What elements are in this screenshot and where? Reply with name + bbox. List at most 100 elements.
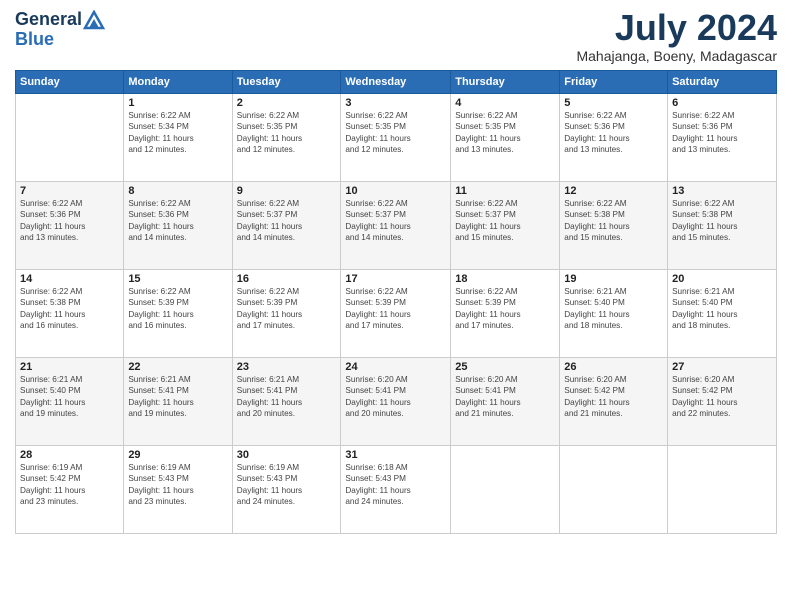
day-info: Sunrise: 6:22 AM Sunset: 5:35 PM Dayligh…: [345, 110, 446, 156]
day-number: 17: [345, 273, 446, 285]
calendar-cell: 28Sunrise: 6:19 AM Sunset: 5:42 PM Dayli…: [16, 446, 124, 534]
weekday-header: Friday: [560, 71, 668, 94]
calendar-cell: 7Sunrise: 6:22 AM Sunset: 5:36 PM Daylig…: [16, 182, 124, 270]
day-number: 31: [345, 449, 446, 461]
day-number: 6: [672, 97, 772, 109]
day-info: Sunrise: 6:20 AM Sunset: 5:41 PM Dayligh…: [345, 374, 446, 420]
calendar-cell: 27Sunrise: 6:20 AM Sunset: 5:42 PM Dayli…: [668, 358, 777, 446]
weekday-header: Thursday: [451, 71, 560, 94]
day-number: 22: [128, 361, 227, 373]
day-number: 13: [672, 185, 772, 197]
calendar-cell: 10Sunrise: 6:22 AM Sunset: 5:37 PM Dayli…: [341, 182, 451, 270]
calendar-cell: 25Sunrise: 6:20 AM Sunset: 5:41 PM Dayli…: [451, 358, 560, 446]
day-number: 28: [20, 449, 119, 461]
day-number: 9: [237, 185, 337, 197]
day-info: Sunrise: 6:22 AM Sunset: 5:38 PM Dayligh…: [564, 198, 663, 244]
day-number: 5: [564, 97, 663, 109]
day-number: 20: [672, 273, 772, 285]
calendar-cell: 16Sunrise: 6:22 AM Sunset: 5:39 PM Dayli…: [232, 270, 341, 358]
logo-icon: [83, 10, 105, 30]
day-number: 12: [564, 185, 663, 197]
day-info: Sunrise: 6:19 AM Sunset: 5:42 PM Dayligh…: [20, 462, 119, 508]
calendar-cell: [560, 446, 668, 534]
day-info: Sunrise: 6:20 AM Sunset: 5:41 PM Dayligh…: [455, 374, 555, 420]
day-number: 14: [20, 273, 119, 285]
day-info: Sunrise: 6:21 AM Sunset: 5:41 PM Dayligh…: [237, 374, 337, 420]
calendar-cell: 8Sunrise: 6:22 AM Sunset: 5:36 PM Daylig…: [124, 182, 232, 270]
day-info: Sunrise: 6:22 AM Sunset: 5:37 PM Dayligh…: [237, 198, 337, 244]
day-info: Sunrise: 6:21 AM Sunset: 5:40 PM Dayligh…: [672, 286, 772, 332]
day-number: 16: [237, 273, 337, 285]
day-number: 1: [128, 97, 227, 109]
calendar-week-row: 28Sunrise: 6:19 AM Sunset: 5:42 PM Dayli…: [16, 446, 777, 534]
day-info: Sunrise: 6:20 AM Sunset: 5:42 PM Dayligh…: [564, 374, 663, 420]
day-info: Sunrise: 6:22 AM Sunset: 5:39 PM Dayligh…: [237, 286, 337, 332]
day-info: Sunrise: 6:22 AM Sunset: 5:38 PM Dayligh…: [20, 286, 119, 332]
day-number: 18: [455, 273, 555, 285]
calendar-cell: 15Sunrise: 6:22 AM Sunset: 5:39 PM Dayli…: [124, 270, 232, 358]
weekday-header: Wednesday: [341, 71, 451, 94]
calendar-cell: 17Sunrise: 6:22 AM Sunset: 5:39 PM Dayli…: [341, 270, 451, 358]
calendar-cell: 26Sunrise: 6:20 AM Sunset: 5:42 PM Dayli…: [560, 358, 668, 446]
calendar-cell: 31Sunrise: 6:18 AM Sunset: 5:43 PM Dayli…: [341, 446, 451, 534]
header: General Blue July 2024 Mahajanga, Boeny,…: [15, 10, 777, 64]
day-info: Sunrise: 6:22 AM Sunset: 5:34 PM Dayligh…: [128, 110, 227, 156]
month-title: July 2024: [576, 10, 777, 46]
day-info: Sunrise: 6:19 AM Sunset: 5:43 PM Dayligh…: [237, 462, 337, 508]
day-number: 23: [237, 361, 337, 373]
day-info: Sunrise: 6:22 AM Sunset: 5:36 PM Dayligh…: [20, 198, 119, 244]
day-number: 3: [345, 97, 446, 109]
calendar-cell: 3Sunrise: 6:22 AM Sunset: 5:35 PM Daylig…: [341, 94, 451, 182]
calendar-cell: 6Sunrise: 6:22 AM Sunset: 5:36 PM Daylig…: [668, 94, 777, 182]
day-info: Sunrise: 6:18 AM Sunset: 5:43 PM Dayligh…: [345, 462, 446, 508]
day-number: 21: [20, 361, 119, 373]
day-info: Sunrise: 6:22 AM Sunset: 5:36 PM Dayligh…: [564, 110, 663, 156]
day-number: 19: [564, 273, 663, 285]
calendar-header-row: SundayMondayTuesdayWednesdayThursdayFrid…: [16, 71, 777, 94]
day-number: 24: [345, 361, 446, 373]
day-number: 25: [455, 361, 555, 373]
day-info: Sunrise: 6:21 AM Sunset: 5:40 PM Dayligh…: [20, 374, 119, 420]
calendar-cell: 22Sunrise: 6:21 AM Sunset: 5:41 PM Dayli…: [124, 358, 232, 446]
weekday-header: Tuesday: [232, 71, 341, 94]
calendar-cell: 18Sunrise: 6:22 AM Sunset: 5:39 PM Dayli…: [451, 270, 560, 358]
calendar: SundayMondayTuesdayWednesdayThursdayFrid…: [15, 70, 777, 534]
day-number: 8: [128, 185, 227, 197]
day-info: Sunrise: 6:22 AM Sunset: 5:35 PM Dayligh…: [455, 110, 555, 156]
calendar-cell: [16, 94, 124, 182]
calendar-cell: 19Sunrise: 6:21 AM Sunset: 5:40 PM Dayli…: [560, 270, 668, 358]
logo-text: General: [15, 10, 105, 30]
weekday-header: Saturday: [668, 71, 777, 94]
calendar-cell: 12Sunrise: 6:22 AM Sunset: 5:38 PM Dayli…: [560, 182, 668, 270]
day-info: Sunrise: 6:20 AM Sunset: 5:42 PM Dayligh…: [672, 374, 772, 420]
day-info: Sunrise: 6:22 AM Sunset: 5:38 PM Dayligh…: [672, 198, 772, 244]
calendar-cell: [668, 446, 777, 534]
weekday-header: Monday: [124, 71, 232, 94]
location: Mahajanga, Boeny, Madagascar: [576, 48, 777, 64]
day-info: Sunrise: 6:21 AM Sunset: 5:40 PM Dayligh…: [564, 286, 663, 332]
day-info: Sunrise: 6:22 AM Sunset: 5:36 PM Dayligh…: [128, 198, 227, 244]
day-info: Sunrise: 6:22 AM Sunset: 5:37 PM Dayligh…: [345, 198, 446, 244]
weekday-header: Sunday: [16, 71, 124, 94]
day-number: 11: [455, 185, 555, 197]
day-info: Sunrise: 6:22 AM Sunset: 5:37 PM Dayligh…: [455, 198, 555, 244]
calendar-cell: [451, 446, 560, 534]
day-number: 30: [237, 449, 337, 461]
day-info: Sunrise: 6:22 AM Sunset: 5:35 PM Dayligh…: [237, 110, 337, 156]
calendar-cell: 20Sunrise: 6:21 AM Sunset: 5:40 PM Dayli…: [668, 270, 777, 358]
day-number: 27: [672, 361, 772, 373]
calendar-cell: 24Sunrise: 6:20 AM Sunset: 5:41 PM Dayli…: [341, 358, 451, 446]
calendar-cell: 29Sunrise: 6:19 AM Sunset: 5:43 PM Dayli…: [124, 446, 232, 534]
logo: General Blue: [15, 10, 105, 50]
day-info: Sunrise: 6:22 AM Sunset: 5:36 PM Dayligh…: [672, 110, 772, 156]
calendar-cell: 2Sunrise: 6:22 AM Sunset: 5:35 PM Daylig…: [232, 94, 341, 182]
day-info: Sunrise: 6:22 AM Sunset: 5:39 PM Dayligh…: [128, 286, 227, 332]
calendar-week-row: 14Sunrise: 6:22 AM Sunset: 5:38 PM Dayli…: [16, 270, 777, 358]
calendar-cell: 23Sunrise: 6:21 AM Sunset: 5:41 PM Dayli…: [232, 358, 341, 446]
logo-blue: Blue: [15, 30, 105, 50]
title-block: July 2024 Mahajanga, Boeny, Madagascar: [576, 10, 777, 64]
day-number: 7: [20, 185, 119, 197]
day-number: 4: [455, 97, 555, 109]
calendar-week-row: 21Sunrise: 6:21 AM Sunset: 5:40 PM Dayli…: [16, 358, 777, 446]
page: General Blue July 2024 Mahajanga, Boeny,…: [0, 0, 792, 612]
